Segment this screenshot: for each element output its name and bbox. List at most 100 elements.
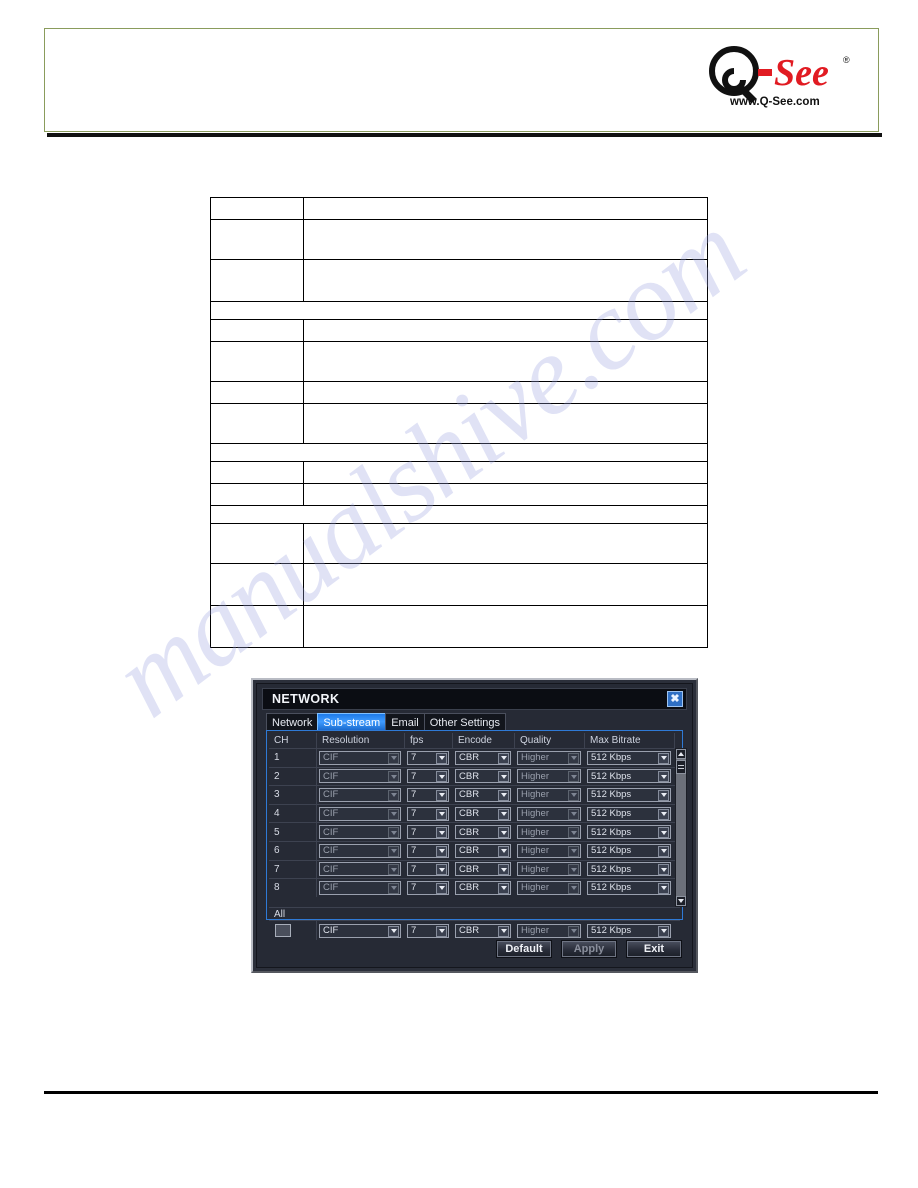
channel-fps-dropdown[interactable]: 7 xyxy=(407,750,449,765)
chevron-down-icon[interactable] xyxy=(658,789,669,801)
chevron-down-icon[interactable] xyxy=(388,864,399,876)
chevron-down-icon[interactable] xyxy=(388,882,399,894)
chevron-down-icon[interactable] xyxy=(436,864,447,876)
channel-resolution-dropdown[interactable]: CIF xyxy=(319,787,401,802)
channel-quality-dropdown[interactable]: Higher xyxy=(517,787,581,802)
channel-fps-dropdown[interactable]: 7 xyxy=(407,825,449,840)
exit-button[interactable]: Exit xyxy=(626,940,682,958)
chevron-down-icon[interactable] xyxy=(498,845,509,857)
channel-resolution-dropdown[interactable]: CIF xyxy=(319,769,401,784)
chevron-down-icon[interactable] xyxy=(658,864,669,876)
chevron-up-icon[interactable] xyxy=(676,749,686,759)
channel-bitrate-dropdown[interactable]: 512 Kbps xyxy=(587,750,671,765)
channel-bitrate-dropdown[interactable]: 512 Kbps xyxy=(587,843,671,858)
chevron-down-icon[interactable] xyxy=(568,845,579,857)
chevron-down-icon[interactable] xyxy=(568,882,579,894)
all-encode-dropdown[interactable]: CBR xyxy=(455,923,511,938)
channel-fps-dropdown[interactable]: 7 xyxy=(407,880,449,895)
tab-other-settings[interactable]: Other Settings xyxy=(423,713,507,731)
chevron-down-icon[interactable] xyxy=(676,896,686,906)
channel-encode-dropdown[interactable]: CBR xyxy=(455,806,511,821)
chevron-down-icon[interactable] xyxy=(436,925,447,937)
tab-sub-stream[interactable]: Sub-stream xyxy=(317,713,387,731)
channel-quality-dropdown[interactable]: Higher xyxy=(517,880,581,895)
channel-fps-dropdown[interactable]: 7 xyxy=(407,787,449,802)
chevron-down-icon[interactable] xyxy=(498,827,509,839)
chevron-down-icon[interactable] xyxy=(388,789,399,801)
channel-encode-dropdown[interactable]: CBR xyxy=(455,843,511,858)
channel-encode-dropdown[interactable]: CBR xyxy=(455,880,511,895)
chevron-down-icon[interactable] xyxy=(568,808,579,820)
chevron-down-icon[interactable] xyxy=(658,925,669,937)
channel-bitrate-dropdown[interactable]: 512 Kbps xyxy=(587,862,671,877)
vertical-scrollbar[interactable] xyxy=(675,748,687,907)
tab-email[interactable]: Email xyxy=(385,713,425,731)
chevron-down-icon[interactable] xyxy=(658,845,669,857)
chevron-down-icon[interactable] xyxy=(658,808,669,820)
channel-fps-dropdown[interactable]: 7 xyxy=(407,843,449,858)
channel-fps-dropdown[interactable]: 7 xyxy=(407,806,449,821)
chevron-down-icon[interactable] xyxy=(498,882,509,894)
chevron-down-icon[interactable] xyxy=(388,925,399,937)
channel-resolution-dropdown[interactable]: CIF xyxy=(319,806,401,821)
channel-quality-dropdown[interactable]: Higher xyxy=(517,750,581,765)
chevron-down-icon[interactable] xyxy=(658,882,669,894)
channel-bitrate-dropdown[interactable]: 512 Kbps xyxy=(587,825,671,840)
chevron-down-icon[interactable] xyxy=(388,808,399,820)
default-button[interactable]: Default xyxy=(496,940,552,958)
chevron-down-icon[interactable] xyxy=(498,771,509,783)
chevron-down-icon[interactable] xyxy=(498,752,509,764)
channel-quality-dropdown[interactable]: Higher xyxy=(517,825,581,840)
chevron-down-icon[interactable] xyxy=(436,771,447,783)
channel-resolution-dropdown[interactable]: CIF xyxy=(319,843,401,858)
channel-encode-dropdown[interactable]: CBR xyxy=(455,825,511,840)
chevron-down-icon[interactable] xyxy=(568,789,579,801)
channel-resolution-dropdown[interactable]: CIF xyxy=(319,862,401,877)
all-quality-dropdown[interactable]: Higher xyxy=(517,923,581,938)
close-icon[interactable]: ✖ xyxy=(667,691,683,707)
chevron-down-icon[interactable] xyxy=(388,827,399,839)
chevron-down-icon[interactable] xyxy=(568,752,579,764)
chevron-down-icon[interactable] xyxy=(568,864,579,876)
chevron-down-icon[interactable] xyxy=(436,808,447,820)
chevron-down-icon[interactable] xyxy=(388,845,399,857)
tab-network[interactable]: Network xyxy=(266,713,319,731)
all-bitrate-dropdown[interactable]: 512 Kbps xyxy=(587,923,671,938)
channel-quality-dropdown[interactable]: Higher xyxy=(517,843,581,858)
channel-encode-dropdown[interactable]: CBR xyxy=(455,750,511,765)
channel-bitrate-dropdown[interactable]: 512 Kbps xyxy=(587,880,671,895)
chevron-down-icon[interactable] xyxy=(436,789,447,801)
channel-encode-dropdown[interactable]: CBR xyxy=(455,769,511,784)
channel-bitrate-dropdown[interactable]: 512 Kbps xyxy=(587,769,671,784)
channel-fps-dropdown[interactable]: 7 xyxy=(407,769,449,784)
chevron-down-icon[interactable] xyxy=(658,827,669,839)
channel-quality-dropdown[interactable]: Higher xyxy=(517,806,581,821)
channel-encode-dropdown[interactable]: CBR xyxy=(455,862,511,877)
chevron-down-icon[interactable] xyxy=(436,752,447,764)
channel-resolution-dropdown[interactable]: CIF xyxy=(319,750,401,765)
channel-encode-dropdown[interactable]: CBR xyxy=(455,787,511,802)
channel-bitrate-dropdown[interactable]: 512 Kbps xyxy=(587,787,671,802)
chevron-down-icon[interactable] xyxy=(498,808,509,820)
chevron-down-icon[interactable] xyxy=(436,845,447,857)
channel-quality-dropdown[interactable]: Higher xyxy=(517,769,581,784)
channel-resolution-dropdown[interactable]: CIF xyxy=(319,825,401,840)
channel-fps-dropdown[interactable]: 7 xyxy=(407,862,449,877)
all-fps-dropdown[interactable]: 7 xyxy=(407,923,449,938)
chevron-down-icon[interactable] xyxy=(388,752,399,764)
apply-button[interactable]: Apply xyxy=(561,940,617,958)
select-all-checkbox[interactable] xyxy=(275,924,291,937)
chevron-down-icon[interactable] xyxy=(498,789,509,801)
chevron-down-icon[interactable] xyxy=(388,771,399,783)
channel-quality-dropdown[interactable]: Higher xyxy=(517,862,581,877)
channel-bitrate-dropdown[interactable]: 512 Kbps xyxy=(587,806,671,821)
chevron-down-icon[interactable] xyxy=(658,771,669,783)
chevron-down-icon[interactable] xyxy=(568,925,579,937)
chevron-down-icon[interactable] xyxy=(568,827,579,839)
chevron-down-icon[interactable] xyxy=(436,882,447,894)
chevron-down-icon[interactable] xyxy=(658,752,669,764)
chevron-down-icon[interactable] xyxy=(436,827,447,839)
channel-resolution-dropdown[interactable]: CIF xyxy=(319,880,401,895)
chevron-down-icon[interactable] xyxy=(568,771,579,783)
chevron-down-icon[interactable] xyxy=(498,925,509,937)
